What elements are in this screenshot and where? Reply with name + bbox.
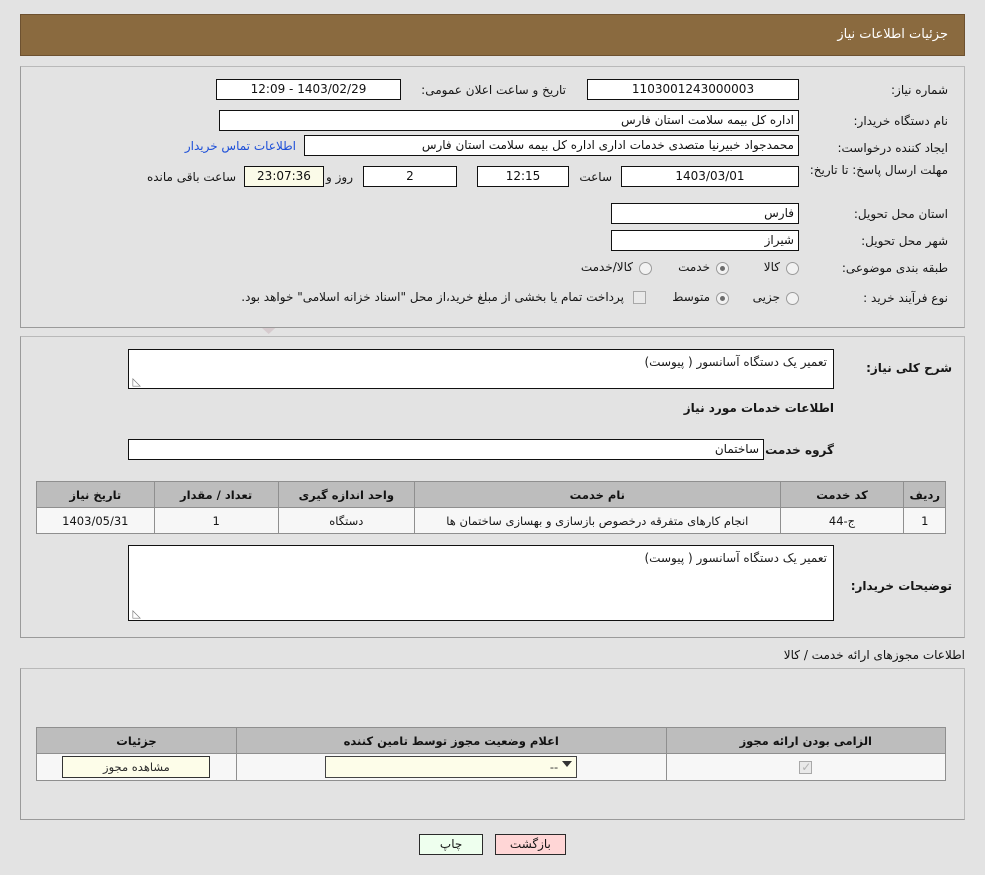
th-license-status: اعلام وضعیت مجوز توسط تامین کننده (235, 727, 667, 754)
treasury-document-text: پرداخت تمام یا بخشی از مبلغ خرید،از محل … (241, 290, 624, 304)
view-license-button[interactable]: مشاهده مجوز (62, 756, 211, 778)
general-description-value: تعمیر یک دستگاه آسانسور ( پیوست) (644, 355, 828, 369)
delivery-province-field[interactable]: فارس (611, 203, 799, 224)
footer-buttons: بازگشت چاپ (0, 834, 985, 855)
deadline-label: مهلت ارسال پاسخ: تا تاریخ: (809, 163, 948, 177)
table-row: 1 ج-44 انجام کارهای متفرقه درخصوص بازساز… (36, 507, 946, 534)
th-code: کد خدمت (779, 481, 905, 508)
th-qty: تعداد / مقدار (153, 481, 279, 508)
deadline-date-field[interactable]: 1403/03/01 (621, 166, 799, 187)
need-number-label: شماره نیاز: (891, 83, 948, 97)
purchase-process-label: نوع فرآیند خرید : (863, 291, 948, 305)
services-table: ردیف کد خدمت نام خدمت واحد اندازه گیری ت… (36, 481, 946, 534)
cell-code: ج-44 (779, 507, 905, 534)
need-number-field[interactable]: 1103001243000003 (587, 79, 799, 100)
public-announce-field[interactable]: 1403/02/29 - 12:09 (216, 79, 401, 100)
radio-category-kala[interactable] (786, 262, 799, 275)
buyer-org-label: نام دستگاه خریدار: (853, 114, 949, 128)
treasury-document-checkbox[interactable] (633, 291, 646, 304)
th-unit: واحد اندازه گیری (277, 481, 416, 508)
th-name: نام خدمت (414, 481, 781, 508)
license-status-select[interactable]: -- (325, 756, 578, 778)
remaining-time-field: 23:07:36 (244, 166, 324, 187)
remaining-days-label: روز و (326, 170, 353, 184)
service-group-field[interactable]: ساختمان (128, 439, 764, 460)
cell-unit: دستگاه (277, 507, 416, 534)
cell-license-status: -- (235, 753, 667, 781)
services-section-title: اطلاعات خدمات مورد نیاز (683, 401, 834, 415)
service-group-label: گروه خدمت: (760, 443, 834, 457)
chevron-down-icon (562, 761, 573, 767)
delivery-city-field[interactable]: شیراز (611, 230, 799, 251)
request-creator-field[interactable]: محمدجواد خبیرنیا متصدی خدمات اداری اداره… (304, 135, 799, 156)
delivery-city-label: شهر محل تحویل: (861, 234, 948, 248)
radio-process-motavaset[interactable] (716, 292, 729, 305)
remaining-time-suffix-label: ساعت باقی مانده (146, 170, 236, 184)
remaining-days-field[interactable]: 2 (363, 166, 457, 187)
deadline-hour-label: ساعت (579, 170, 612, 184)
cell-date: 1403/05/31 (36, 507, 155, 534)
buyer-notes-value: تعمیر یک دستگاه آسانسور ( پیوست) (644, 551, 828, 565)
request-creator-label: ایجاد کننده درخواست: (837, 141, 948, 155)
cell-name: انجام کارهای متفرقه درخصوص بازسازی و بهس… (414, 507, 781, 534)
radio-process-motavaset-label: متوسط (672, 290, 710, 304)
radio-category-khedmat-label: خدمت (678, 260, 710, 274)
resize-grip-icon[interactable]: ◺ (131, 608, 141, 619)
radio-process-jozei-label: جزیی (752, 290, 780, 304)
radio-category-kala-label: کالا (763, 260, 780, 274)
services-table-header-row: ردیف کد خدمت نام خدمت واحد اندازه گیری ت… (36, 481, 946, 508)
delivery-province-label: استان محل تحویل: (853, 207, 948, 221)
radio-category-khedmat[interactable] (716, 262, 729, 275)
th-row: ردیف (903, 481, 946, 508)
general-description-label: شرح کلی نیاز: (866, 361, 952, 375)
cell-row: 1 (903, 507, 946, 534)
back-button[interactable]: بازگشت (494, 834, 566, 855)
page-title: جزئیات اطلاعات نیاز (20, 14, 965, 56)
radio-process-jozei[interactable] (786, 292, 799, 305)
cell-license-required (665, 753, 947, 781)
resize-grip-icon[interactable]: ◺ (131, 376, 141, 387)
buyer-notes-textarea[interactable]: تعمیر یک دستگاه آسانسور ( پیوست) ◺ (128, 545, 834, 621)
need-description-panel: شرح کلی نیاز: تعمیر یک دستگاه آسانسور ( … (20, 336, 965, 638)
licenses-table-header-row: الزامی بودن ارائه مجوز اعلام وضعیت مجوز … (36, 727, 947, 754)
buyer-notes-label: توضیحات خریدار: (850, 579, 952, 593)
page-root: AriaTender.net جزئیات اطلاعات نیاز شماره… (0, 0, 985, 875)
public-announce-label: تاریخ و ساعت اعلان عمومی: (421, 83, 566, 97)
th-license-details: جزئیات (36, 727, 237, 754)
deadline-hour-field[interactable]: 12:15 (477, 166, 569, 187)
th-license-required: الزامی بودن ارائه مجوز (665, 727, 947, 754)
table-row: -- مشاهده مجوز (36, 753, 947, 781)
subject-category-label: طبقه بندی موضوعی: (841, 261, 948, 275)
buyer-contact-link[interactable]: اطلاعات تماس خریدار (185, 139, 296, 153)
cell-license-details: مشاهده مجوز (36, 753, 237, 781)
license-required-checkbox (799, 759, 813, 775)
radio-category-kala-khedmat-label: کالا/خدمت (580, 260, 633, 274)
cell-qty: 1 (153, 507, 279, 534)
buyer-org-field[interactable]: اداره کل بیمه سلامت استان فارس (219, 110, 799, 131)
need-info-panel: شماره نیاز: 1103001243000003 تاریخ و ساع… (20, 66, 965, 328)
general-description-textarea[interactable]: تعمیر یک دستگاه آسانسور ( پیوست) ◺ (128, 349, 834, 389)
th-date: تاریخ نیاز (36, 481, 155, 508)
license-status-selected-value: -- (549, 760, 559, 774)
print-button[interactable]: چاپ (419, 834, 484, 855)
licenses-table: الزامی بودن ارائه مجوز اعلام وضعیت مجوز … (36, 727, 947, 781)
licenses-panel: الزامی بودن ارائه مجوز اعلام وضعیت مجوز … (20, 668, 965, 820)
licenses-section-title: اطلاعات مجوزهای ارائه خدمت / کالا (783, 648, 965, 662)
radio-category-kala-khedmat[interactable] (639, 262, 652, 275)
